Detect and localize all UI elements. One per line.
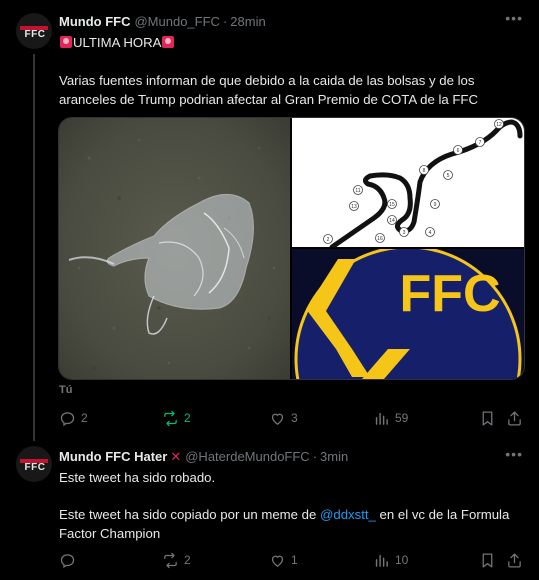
retweet-icon (164, 552, 177, 568)
display-name[interactable]: Mundo FFC Hater (59, 449, 167, 464)
turn-number: 15 (389, 202, 395, 208)
action-bar: 2 1 10 (59, 550, 525, 570)
thread-line (33, 54, 35, 441)
views-icon (375, 554, 388, 567)
reply-button[interactable]: 2 (59, 408, 88, 428)
turn-number: 9 (434, 202, 437, 208)
siren-icon (60, 36, 72, 48)
share-button[interactable] (506, 550, 523, 570)
media-grid[interactable]: 12 7 6 5 11 8 13 15 9 4 3 14 16 2 FFC (58, 117, 525, 380)
headline: ULTIMA HORA (59, 33, 519, 52)
turn-number: 11 (355, 188, 360, 194)
display-name[interactable]: Mundo FFC (59, 14, 130, 29)
bookmark-icon (482, 552, 493, 568)
share-icon (508, 410, 521, 426)
retweet-icon (164, 410, 177, 426)
tweet-1[interactable]: FFC Mundo FFC @Mundo_FFC · 28min ••• ULTIMA… (0, 0, 539, 441)
like-count: 1 (291, 553, 298, 567)
media-track-map[interactable]: 12 7 6 5 11 8 13 15 9 4 3 14 16 2 (292, 118, 524, 247)
tweet-body-line1: Este tweet ha sido robado. (59, 470, 216, 485)
turn-number: 2 (327, 237, 330, 243)
handle[interactable]: @HaterdeMundoFFC (185, 449, 309, 464)
avatar-logo-text: FFC (24, 29, 46, 40)
avatar[interactable]: FFC (16, 446, 52, 482)
views-count: 10 (395, 553, 409, 567)
reply-button[interactable] (59, 550, 81, 570)
retweet-button[interactable]: 2 (162, 408, 191, 428)
action-bar: 2 2 3 59 (59, 408, 525, 428)
avatar[interactable]: FFC (16, 13, 52, 49)
bookmark-button[interactable] (479, 550, 496, 570)
turn-number: 5 (447, 173, 450, 179)
turn-number: 7 (479, 140, 482, 146)
retweet-button[interactable]: 2 (162, 550, 191, 570)
cross-mark-icon: ✕ (170, 449, 182, 464)
separator-dot: · (222, 14, 228, 29)
tweet-body-line2: Este tweet ha sido copiado por un meme d… (59, 505, 519, 543)
handle[interactable]: @Mundo_FFC (134, 14, 219, 29)
like-button[interactable]: 3 (269, 408, 298, 428)
more-icon[interactable]: ••• (505, 446, 523, 462)
tweet-2[interactable]: FFC Mundo FFC Hater ✕ @HaterdeMundoFFC · 3mi… (0, 440, 539, 580)
turn-number: 14 (389, 218, 395, 224)
like-button[interactable]: 1 (269, 550, 298, 570)
reply-count: 2 (81, 411, 88, 425)
ffc-logo-text: FFC (399, 265, 500, 323)
turn-number: 3 (403, 230, 406, 236)
media-ffc-logo[interactable]: FFC (292, 249, 524, 379)
turn-number: 4 (429, 230, 432, 236)
timestamp[interactable]: 28min (230, 14, 265, 29)
body-text-before: Este tweet ha sido copiado por un meme d… (59, 507, 320, 522)
reply-icon (60, 553, 75, 568)
views-icon (375, 412, 388, 425)
like-icon (271, 555, 284, 567)
siren-icon (162, 36, 175, 48)
turn-number: 8 (423, 168, 426, 174)
timestamp[interactable]: 3min (320, 449, 348, 464)
plastic-bag-image (59, 118, 290, 379)
bookmark-button[interactable] (479, 408, 496, 428)
turn-number: 6 (457, 148, 460, 154)
ffc-logo-image: FFC (294, 249, 522, 379)
bookmark-icon (482, 410, 493, 426)
share-button[interactable] (506, 408, 523, 428)
share-icon (508, 552, 521, 568)
avatar-logo-text: FFC (24, 462, 46, 473)
views-count: 59 (395, 411, 409, 425)
track-map-image: 12 7 6 5 11 8 13 15 9 4 3 14 16 2 (323, 119, 523, 247)
separator-dot: · (312, 449, 318, 464)
retweet-count: 2 (184, 411, 191, 425)
tweet-header: Mundo FFC @Mundo_FFC · 28min (59, 14, 266, 29)
tweet-body: Varias fuentes informan de que debido a … (59, 73, 479, 107)
turn-number: 12 (496, 122, 502, 128)
tagged-people[interactable]: Tú (59, 384, 72, 396)
views-button[interactable]: 10 (373, 550, 408, 570)
turn-number: 16 (377, 236, 383, 242)
headline-text: ULTIMA HORA (73, 35, 162, 50)
reply-icon (60, 411, 75, 426)
views-button[interactable]: 59 (373, 408, 408, 428)
retweet-count: 2 (184, 553, 191, 567)
like-icon (271, 413, 284, 425)
turn-number: 13 (351, 204, 357, 210)
like-count: 3 (291, 411, 298, 425)
tweet-header: Mundo FFC Hater ✕ @HaterdeMundoFFC · 3min (59, 449, 348, 465)
media-plastic-bag-photo[interactable] (59, 118, 290, 379)
more-icon[interactable]: ••• (505, 10, 523, 26)
mention-link[interactable]: @ddxstt_ (320, 507, 376, 522)
